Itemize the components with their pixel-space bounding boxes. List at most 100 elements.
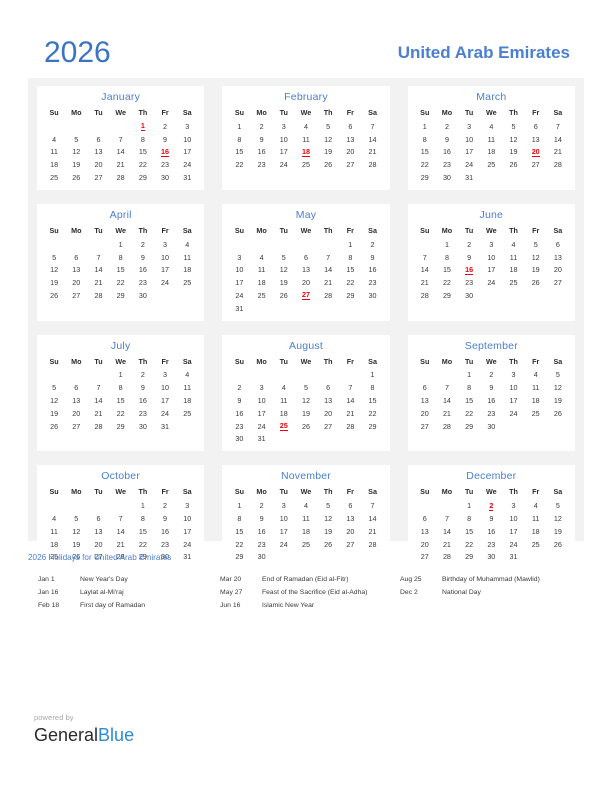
week-row: 12 13 14 15 16 17 18: [43, 394, 198, 407]
day-cell: 13: [72, 265, 81, 275]
day-cell: 2: [259, 501, 264, 511]
day-cell: 31: [257, 434, 266, 444]
day-cell: 23: [368, 278, 377, 288]
day-cell: 30: [235, 434, 244, 444]
day-cell: 3: [237, 252, 242, 262]
weekday-header-fr: Fr: [346, 356, 354, 366]
month-card: January Su Mo Tu We Th Fr Sa 1 2 3 4 5 6 7 8 9 10 11 12 13 1…: [37, 86, 205, 190]
week-row: 1 2 3 4 5 6 7: [228, 499, 383, 512]
day-cell: 13: [346, 134, 355, 144]
week-row: 25 26 27 28 29 30 31: [43, 171, 198, 184]
weekday-header-we: We: [485, 487, 497, 497]
day-cell: 6: [555, 239, 560, 249]
day-cell-empty: [339, 369, 361, 382]
weekday-header-tu: Tu: [94, 487, 103, 497]
day-cell: 17: [487, 265, 496, 275]
month-card: February Su Mo Tu We Th Fr Sa 1 2 3 4 5 6 7 8 9 10 11 12 13 1…: [222, 86, 390, 190]
day-cell: 10: [279, 134, 288, 144]
day-cell: 20: [420, 408, 429, 418]
week-row: 8 9 10 11 12 13 14: [228, 512, 383, 525]
day-cell-empty: [87, 369, 109, 382]
day-cell: 14: [324, 265, 333, 275]
weekday-header-fr: Fr: [532, 108, 540, 117]
week-row: 26 27 28 29 30: [43, 289, 198, 302]
day-cell: 1: [348, 239, 353, 249]
day-cell: 26: [324, 539, 333, 549]
day-cell: 3: [511, 370, 516, 380]
day-cell: 23: [161, 160, 170, 170]
weekday-header-th: Th: [138, 487, 148, 497]
day-cell: 9: [467, 252, 472, 262]
holiday-day-number: 16: [465, 264, 474, 275]
week-row: 8 9 10 11 12 13 14: [228, 133, 383, 146]
day-cell: 24: [487, 278, 496, 288]
day-cell: 21: [116, 160, 125, 170]
day-cell: 24: [257, 421, 266, 431]
week-row: 15 16 17 18 19 20 21: [228, 525, 383, 538]
day-cell: 17: [183, 147, 192, 157]
weekday-header-su: Su: [49, 108, 59, 117]
day-cell: 19: [72, 160, 81, 170]
day-cell: 13: [72, 396, 81, 406]
holidays-legend-title: 2026 Holidays for United Arab Emirates: [28, 553, 172, 562]
day-cell: 10: [161, 252, 170, 262]
weekday-header-su: Su: [420, 487, 430, 497]
day-cell: 11: [257, 265, 266, 275]
day-cell: 12: [50, 265, 59, 275]
day-cell: 5: [326, 121, 331, 131]
month-card: August Su Mo Tu We Th Fr Sa 1 2 3 4 5 6 7 8 9 10 11 12 13 14…: [222, 334, 390, 452]
day-cell: 22: [442, 278, 451, 288]
day-cell: 15: [442, 265, 451, 275]
day-cell: 19: [72, 539, 81, 549]
day-cell: 12: [279, 265, 288, 275]
day-cell: 23: [487, 539, 496, 549]
week-row: 27 28 29 30: [414, 420, 569, 433]
day-cell: 22: [116, 408, 125, 418]
day-cell: 18: [50, 539, 59, 549]
day-cell: 5: [555, 501, 560, 511]
day-cell: 7: [370, 501, 375, 511]
weekday-header-sa: Sa: [368, 356, 377, 366]
weekday-header-su: Su: [49, 356, 59, 366]
week-row: 5 6 7 8 9 10 11: [43, 251, 198, 264]
week-row: 1 2 3 4: [43, 238, 198, 251]
weekday-header-sa: Sa: [553, 487, 563, 497]
day-cell: 7: [370, 121, 375, 131]
day-cell: 15: [346, 265, 355, 275]
weekday-header-fr: Fr: [346, 487, 354, 497]
day-cell: 4: [185, 239, 190, 249]
day-cell: 26: [72, 173, 81, 183]
day-cell: 22: [116, 278, 125, 288]
day-cell-empty: [228, 238, 250, 251]
day-cell: 17: [257, 408, 266, 418]
footer: powered by GeneralBlue: [34, 712, 234, 746]
week-row: 18 19 20 21 22 23 24: [43, 538, 198, 551]
weekday-header-sa: Sa: [368, 108, 377, 117]
day-cell: 17: [183, 526, 192, 536]
day-cell: 23: [465, 278, 474, 288]
legend-item-description: First day of Ramadan: [80, 602, 145, 609]
day-cell: 23: [138, 278, 147, 288]
day-cell: 17: [509, 526, 518, 536]
day-cell-empty: [361, 302, 383, 315]
week-row: 4 5 6 7 8 9 10: [43, 512, 198, 525]
day-cell: 3: [511, 501, 516, 511]
brand-name-second: Blue: [98, 725, 135, 745]
week-row: 2 3 4 5 6 7 8: [228, 381, 383, 394]
week-row: 28 29 30: [414, 289, 569, 302]
day-cell-empty: [414, 499, 436, 512]
day-cell: 17: [279, 526, 288, 536]
day-cell-empty: [43, 120, 65, 133]
day-cell: 20: [346, 526, 355, 536]
day-cell-empty: [525, 420, 547, 433]
day-cell: 13: [324, 396, 333, 406]
day-cell: 20: [301, 278, 310, 288]
weekday-header-mo: Mo: [441, 108, 453, 117]
day-cell: 10: [487, 252, 496, 262]
day-cell: 13: [94, 147, 103, 157]
day-cell: 16: [235, 408, 244, 418]
day-cell-empty: [65, 238, 87, 251]
week-row: 18 19 20 21 22 23 24: [43, 158, 198, 171]
week-row: 20 21 22 23 24 25 26: [414, 407, 569, 420]
legend-item-description: National Day: [442, 589, 481, 596]
